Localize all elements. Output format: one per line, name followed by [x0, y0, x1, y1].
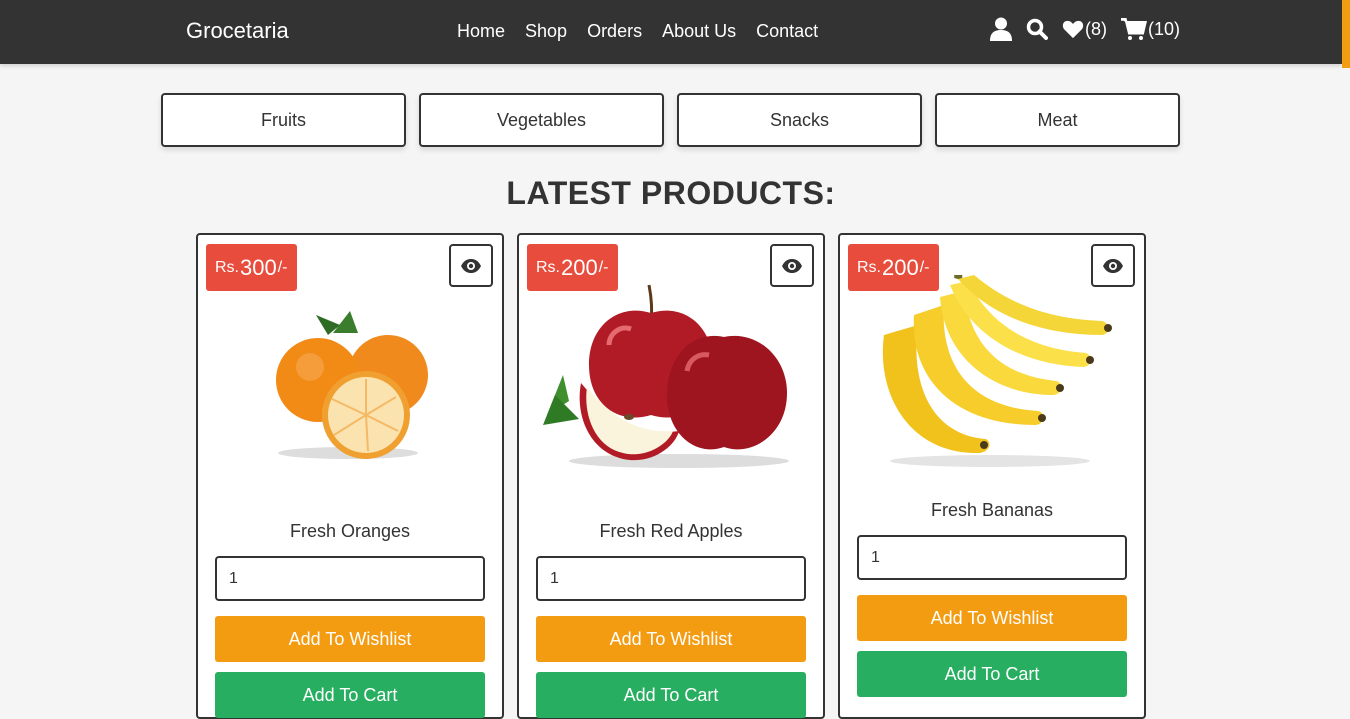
eye-icon [782, 258, 802, 273]
price-badge: Rs. 200 /- [848, 244, 939, 291]
category-bar: Fruits Vegetables Snacks Meat [161, 93, 1193, 147]
search-icon[interactable] [1026, 18, 1048, 40]
section-title: LATEST PRODUCTS: [506, 175, 836, 211]
price-badge: Rs. 300 /- [206, 244, 297, 291]
product-name: Fresh Bananas [930, 500, 1054, 520]
nav-about-us[interactable]: About Us [662, 21, 736, 42]
add-to-cart-button[interactable]: Add To Cart [536, 672, 806, 718]
price-currency: Rs. [215, 258, 239, 276]
price-suffix: /- [919, 258, 930, 276]
category-snacks[interactable]: Snacks [677, 93, 922, 147]
nav-shop[interactable]: Shop [525, 21, 567, 42]
price-value: 200 [561, 254, 598, 280]
add-to-cart-button[interactable]: Add To Cart [215, 672, 485, 718]
add-to-wishlist-button[interactable]: Add To Wishlist [536, 616, 806, 662]
product-name: Fresh Red Apples [599, 521, 743, 541]
product-card-apples: Rs. 200 /- Fresh Red Apples Add To Wishl… [517, 233, 825, 719]
nav-home[interactable]: Home [457, 21, 505, 42]
price-suffix: /- [277, 258, 288, 276]
cart-icon [1121, 18, 1147, 40]
scroll-indicator [1342, 0, 1350, 68]
product-card-bananas: Rs. 200 /- Fresh Bananas Add To Wishlist… [838, 233, 1146, 719]
category-meat[interactable]: Meat [935, 93, 1180, 147]
eye-icon [461, 258, 481, 273]
eye-icon [1103, 258, 1123, 273]
quantity-input[interactable] [857, 535, 1127, 580]
quick-view-button[interactable] [449, 244, 493, 287]
cart-count: (10) [1148, 18, 1181, 39]
wishlist-count: (8) [1085, 18, 1107, 39]
price-currency: Rs. [857, 258, 881, 276]
category-fruits[interactable]: Fruits [161, 93, 406, 147]
add-to-cart-button[interactable]: Add To Cart [857, 651, 1127, 697]
price-value: 200 [882, 254, 919, 280]
price-badge: Rs. 200 /- [527, 244, 618, 291]
quantity-input[interactable] [215, 556, 485, 601]
product-name: Fresh Oranges [289, 521, 411, 541]
price-currency: Rs. [536, 258, 560, 276]
wishlist-link[interactable]: (8) [1062, 19, 1107, 40]
quantity-input[interactable] [536, 556, 806, 601]
heart-icon [1062, 20, 1084, 39]
product-image-apples [543, 284, 789, 468]
user-icon[interactable] [990, 17, 1012, 41]
product-card-oranges: Rs. 300 /- Fresh Oranges Add To Wishlist… [196, 233, 504, 719]
product-image-oranges [276, 311, 428, 459]
site-logo[interactable]: Grocetaria [186, 18, 289, 44]
category-vegetables[interactable]: Vegetables [419, 93, 664, 147]
quick-view-button[interactable] [770, 244, 814, 287]
price-suffix: /- [598, 258, 609, 276]
header-icons: (8) (10) [990, 17, 1194, 41]
price-value: 300 [240, 254, 277, 280]
add-to-wishlist-button[interactable]: Add To Wishlist [857, 595, 1127, 641]
product-image-bananas [882, 275, 1112, 467]
nav-orders[interactable]: Orders [587, 21, 642, 42]
quick-view-button[interactable] [1091, 244, 1135, 287]
nav-contact[interactable]: Contact [756, 21, 818, 42]
site-header: Grocetaria Home Shop Orders About Us Con… [0, 0, 1342, 64]
add-to-wishlist-button[interactable]: Add To Wishlist [215, 616, 485, 662]
cart-link[interactable]: (10) [1121, 18, 1180, 40]
main-nav: Home Shop Orders About Us Contact [457, 21, 838, 42]
